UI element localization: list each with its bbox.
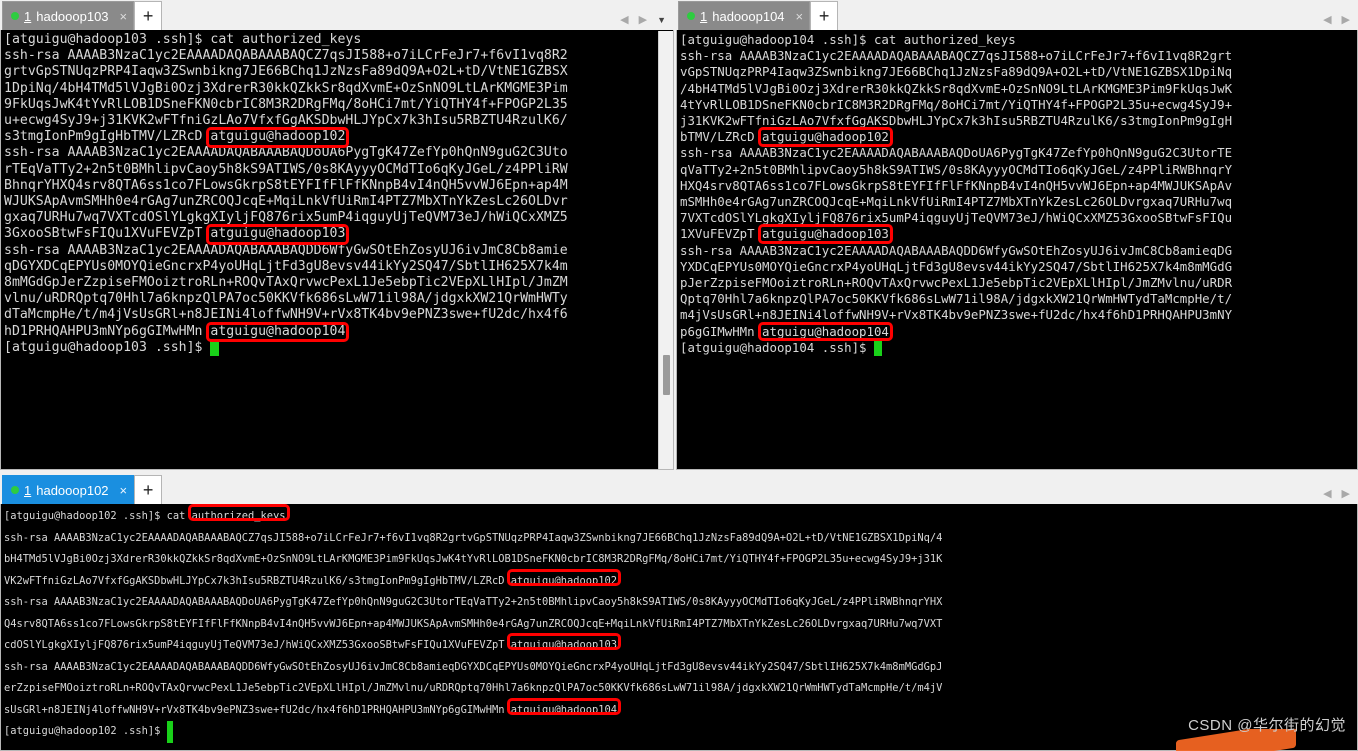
terminal-line: mSMHh0e4rGAg7unZRCOQJcqE+MqiLnkVfUiRmI4P… (680, 194, 1233, 210)
tab-index-label: 1 (700, 8, 708, 24)
terminal-line: gxaq7URHu7wq7VXTcdOSlYLgkgXIyljFQ876rix5… (4, 210, 568, 226)
terminal-line: u+ecwg4SyJ9+j31KVK2wFTfniGzLAo7VfxfGgAKS… (4, 113, 568, 129)
tab-hadooop104[interactable]: 1 hadooop104 × (678, 1, 811, 30)
terminal-line: ssh-rsa AAAAB3NzaC1yc2EAAAADAQABAAABAQDo… (4, 145, 568, 161)
terminal-line: vlnu/uRDRQptq70Hhl7a6knpzQlPA7oc50KKVfk6… (4, 291, 568, 307)
terminal-line: 1XVuFEVZpT atguigu@hadoop103 (680, 226, 889, 242)
tab-title-label: hadooop102 (36, 482, 109, 498)
chevron-down-icon[interactable]: ▼ (657, 15, 666, 25)
terminal-pane-hadooop104: 1 hadooop104 × + ◀ ▶ [atguigu@hadoop104 … (676, 0, 1358, 470)
terminal-line: [atguigu@hadoop104 .ssh]$ (680, 339, 1357, 357)
tab-index-label: 1 (24, 482, 32, 498)
new-tab-button[interactable]: + (134, 1, 163, 30)
terminal-line: ssh-rsa AAAAB3NzaC1yc2EAAAADAQABAAABAQCZ… (4, 48, 568, 64)
terminal-line: sUsGRl+n8JEINj4loffwNH9V+rVx8TK4bv9ePNZ3… (4, 703, 618, 716)
terminal-line: m4jVsUsGRl+n8JEINi4loffwNH9V+rVx8TK4bv9e… (680, 307, 1233, 323)
scroll-tabs-right-icon[interactable]: ▶ (1342, 487, 1350, 500)
close-icon[interactable]: × (796, 10, 804, 23)
terminal-line: s3tmgIonPm9gIgHbTMV/LZRcD atguigu@hadoop… (4, 129, 346, 145)
session-connected-dot (11, 12, 19, 20)
terminal-line: 9FkUqsJwK4tYvRlLOB1DSneFKN0cbrIC8M3R2DRg… (4, 96, 568, 112)
terminal-line: rTEqVaTTy2+2n5t0BMhlipvCaoy5h8kS9ATIWS/0… (4, 161, 568, 177)
scrollbar-thumb[interactable] (663, 355, 670, 395)
terminal-line: VK2wFTfniGzLAo7VfxfGgAKSDbwHLJYpCx7k3hIs… (4, 574, 618, 587)
tabbar-spacer (162, 475, 1315, 504)
tabbar-pane-3: 1 hadooop102 × + ◀ ▶ (0, 474, 1358, 505)
terminal-line: p6gGIMwHMn atguigu@hadoop104 (680, 323, 889, 339)
terminal-line: dTaMcmpHe/t/m4jVsUsGRl+n8JEINi4loffwNH9V… (4, 307, 568, 323)
scroll-tabs-left-icon[interactable]: ◀ (1323, 13, 1331, 26)
terminal-line: [atguigu@hadoop102 .ssh]$ cat authorized… (4, 510, 286, 522)
terminal-line: ssh-rsa AAAAB3NzaC1yc2EAAAADAQABAAABAQDo… (680, 145, 1233, 161)
terminal-cursor (210, 339, 219, 357)
terminal-line: ssh-rsa AAAAB3NzaC1yc2EAAAADAQABAAABAQDD… (680, 242, 1233, 258)
terminal-line: WJUKSApAvmSMHh0e4rGAg7unZRCOQJcqE+MqiLnk… (4, 194, 568, 210)
tab-hadooop102[interactable]: 1 hadooop102 × (2, 475, 135, 504)
terminal-line: YXDCqEPYUs0MOYQieGncrxP4yoUHqLjtFd3gU8ev… (680, 258, 1233, 274)
terminal-line: 1DpiNq/4bH4TMd5lVJgBi0Ozj3XdrerR30kkQZkk… (4, 80, 568, 96)
terminal-output-pane-1[interactable]: [atguigu@hadoop103 .ssh]$ cat authorized… (0, 30, 674, 470)
tabbar-nav-controls: ◀ ▶ (1315, 13, 1358, 30)
terminal-line: qVaTTy2+2n5t0BMhlipvCaoy5h8kS9ATIWS/0s8K… (680, 161, 1233, 177)
terminal-line: erZzpiseFMOoiztroRLn+ROQvTAxQrvwcPexL1Je… (4, 682, 943, 694)
vertical-scrollbar-pane-1[interactable] (658, 31, 673, 469)
session-connected-dot (687, 12, 695, 20)
terminal-line: ssh-rsa AAAAB3NzaC1yc2EAAAADAQABAAABAQDD… (4, 242, 568, 258)
terminal-line: 3GxooSBtwFsFIQu1XVuFEVZpT atguigu@hadoop… (4, 226, 346, 242)
tab-hadooop103[interactable]: 1 hadooop103 × (2, 1, 135, 30)
scroll-tabs-right-icon[interactable]: ▶ (639, 13, 647, 26)
terminal-line: 7VXTcdOSlYLgkgXIyljFQ876rix5umP4iqguyUjT… (680, 210, 1233, 226)
terminal-output-pane-2[interactable]: [atguigu@hadoop104 .ssh]$ cat authorized… (676, 30, 1358, 470)
terminal-line: [atguigu@hadoop104 .ssh]$ cat authorized… (680, 32, 1016, 47)
close-icon[interactable]: × (120, 484, 128, 497)
terminal-line: /4bH4TMd5lVJgBi0Ozj3XdrerR30kkQZkkSr8qdX… (680, 80, 1233, 96)
scroll-tabs-left-icon[interactable]: ◀ (1323, 487, 1331, 500)
scroll-tabs-left-icon[interactable]: ◀ (620, 13, 628, 26)
terminal-line: ssh-rsa AAAAB3NzaC1yc2EAAAADAQABAAABAQCZ… (4, 531, 943, 544)
terminal-line: vGpSTNUqzPRP4Iaqw3ZSwnbikng7JE66BChq1JzN… (680, 64, 1233, 80)
terminal-line: hD1PRHQAHPU3mNYp6gGIMwHMn atguigu@hadoop… (4, 323, 346, 339)
terminal-line: 4tYvRlLOB1DSneFKN0cbrIC8M3R2DRgFMq/8oHCi… (680, 96, 1233, 112)
tabbar-spacer (838, 1, 1315, 30)
terminal-line: cdOSlYLgkgXIyljFQ876rix5umP4iqguyUjTeQVM… (4, 639, 618, 651)
terminal-line: [atguigu@hadoop103 .ssh]$ (4, 339, 673, 357)
tabbar-pane-2: 1 hadooop104 × + ◀ ▶ (676, 0, 1358, 31)
terminal-line: Qptq70Hhl7a6knpzQlPA7oc50KKVfk686sLwW71i… (680, 291, 1233, 307)
scroll-tabs-right-icon[interactable]: ▶ (1342, 13, 1350, 26)
terminal-pane-hadooop103: 1 hadooop103 × + ◀ ▶ ▼ [atguigu@hadoop10… (0, 0, 674, 470)
terminal-line: bTMV/LZRcD atguigu@hadoop102 (680, 129, 889, 145)
terminal-cursor (873, 339, 882, 357)
terminal-line: bH4TMd5lVJgBi0Ozj3XdrerR30kkQZkkSr8qdXvm… (4, 553, 943, 565)
new-tab-button[interactable]: + (134, 475, 163, 504)
tab-index-label: 1 (24, 8, 32, 24)
close-icon[interactable]: × (120, 10, 128, 23)
terminal-line: [atguigu@hadoop103 .ssh]$ cat authorized… (4, 32, 362, 47)
terminal-output-pane-3[interactable]: [atguigu@hadoop102 .ssh]$ cat authorized… (0, 504, 1358, 751)
session-connected-dot (11, 486, 19, 494)
tabbar-pane-1: 1 hadooop103 × + ◀ ▶ ▼ (0, 0, 674, 31)
terminal-line: ssh-rsa AAAAB3NzaC1yc2EAAAADAQABAAABAQCZ… (680, 48, 1233, 64)
terminal-cursor (166, 721, 174, 743)
watermark-label: CSDN @华尔街的幻觉 (1188, 717, 1346, 734)
tabbar-spacer (162, 1, 612, 30)
terminal-line: pJerZzpiseFMOoiztroRLn+ROQvTAxQrvwcPexL1… (680, 275, 1233, 291)
tab-title-label: hadooop103 (36, 8, 109, 24)
terminal-line: Q4srv8QTA6ss1co7FLowsGkrpS8tEYFIfFlFfKNn… (4, 617, 943, 630)
terminal-line: grtvGpSTNUqzPRP4Iaqw3ZSwnbikng7JE66BChq1… (4, 64, 568, 80)
terminal-line: ssh-rsa AAAAB3NzaC1yc2EAAAADAQABAAABAQDD… (4, 660, 943, 673)
tabbar-nav-controls: ◀ ▶ ▼ (612, 13, 674, 30)
new-tab-button[interactable]: + (810, 1, 839, 30)
terminal-line: BhnqrYHXQ4srv8QTA6ss1co7FLowsGkrpS8tEYFI… (4, 177, 568, 193)
tab-title-label: hadooop104 (712, 8, 785, 24)
tabbar-nav-controls: ◀ ▶ (1315, 487, 1358, 504)
terminal-line: ssh-rsa AAAAB3NzaC1yc2EAAAADAQABAAABAQDo… (4, 596, 943, 608)
terminal-pane-hadooop102: 1 hadooop102 × + ◀ ▶ [atguigu@hadoop102 … (0, 474, 1358, 751)
terminal-line: HXQ4srv8QTA6ss1co7FLowsGkrpS8tEYFIfFlFfK… (680, 177, 1233, 193)
terminal-line: j31KVK2wFTfniGzLAo7VfxfGgAKSDbwHLJYpCx7k… (680, 113, 1233, 129)
terminal-line: qDGYXDCqEPYUs0MOYQieGncrxP4yoUHqLjtFd3gU… (4, 258, 568, 274)
terminal-line: 8mMGdGpJerZzpiseFMOoiztroRLn+ROQvTAxQrvw… (4, 275, 568, 291)
